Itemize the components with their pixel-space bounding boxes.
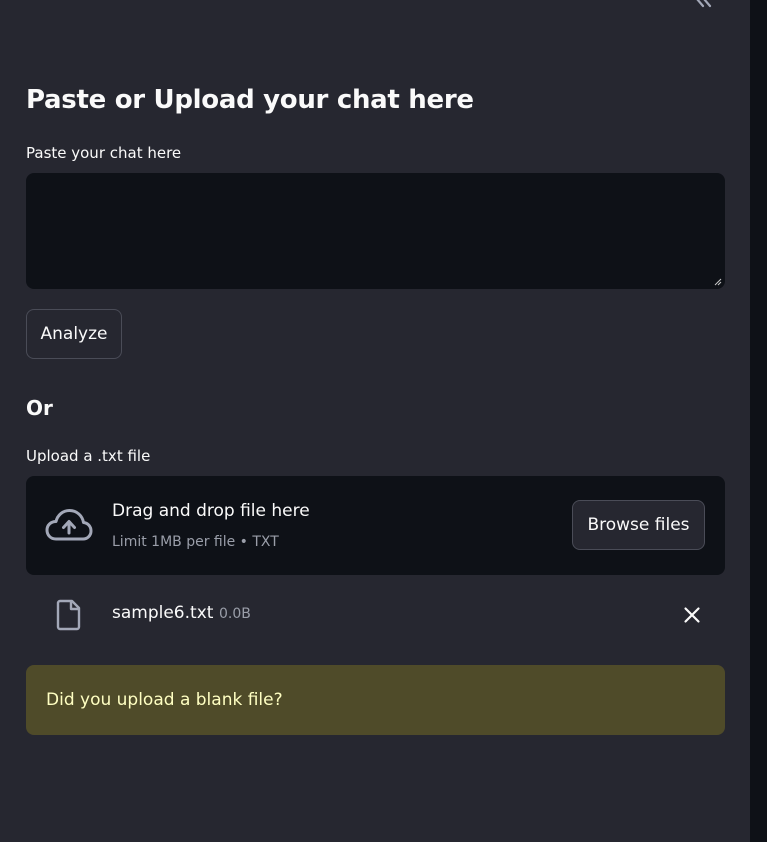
- uploaded-file-row: sample6.txt 0.0B: [26, 590, 725, 640]
- dropzone-limit: Limit 1MB per file • TXT: [112, 534, 279, 550]
- resize-grip-icon[interactable]: [714, 278, 722, 286]
- uploaded-file-size: 0.0B: [219, 606, 251, 622]
- main-content-edge: [750, 0, 767, 842]
- chat-textarea[interactable]: [26, 173, 725, 289]
- paste-chat-label: Paste your chat here: [26, 144, 182, 162]
- page-title: Paste or Upload your chat here: [26, 85, 474, 115]
- upload-label: Upload a .txt file: [26, 447, 151, 465]
- chat-textarea-container: [26, 173, 725, 289]
- uploaded-file-name: sample6.txt: [112, 603, 214, 623]
- or-heading: Or: [26, 396, 53, 420]
- double-chevron-left-icon: [696, 0, 712, 8]
- file-dropzone[interactable]: Drag and drop file here Limit 1MB per fi…: [26, 476, 725, 575]
- collapse-sidebar-button[interactable]: [688, 0, 718, 12]
- remove-file-button[interactable]: [681, 604, 703, 626]
- sidebar-panel: Paste or Upload your chat here Paste you…: [0, 0, 750, 842]
- analyze-button[interactable]: Analyze: [26, 309, 122, 359]
- warning-alert: Did you upload a blank file?: [26, 665, 725, 735]
- file-icon: [56, 599, 81, 631]
- browse-files-button[interactable]: Browse files: [572, 500, 705, 550]
- cloud-upload-icon: [45, 509, 93, 541]
- dropzone-title: Drag and drop file here: [112, 501, 310, 521]
- close-icon: [684, 607, 700, 623]
- warning-text: Did you upload a blank file?: [46, 690, 283, 710]
